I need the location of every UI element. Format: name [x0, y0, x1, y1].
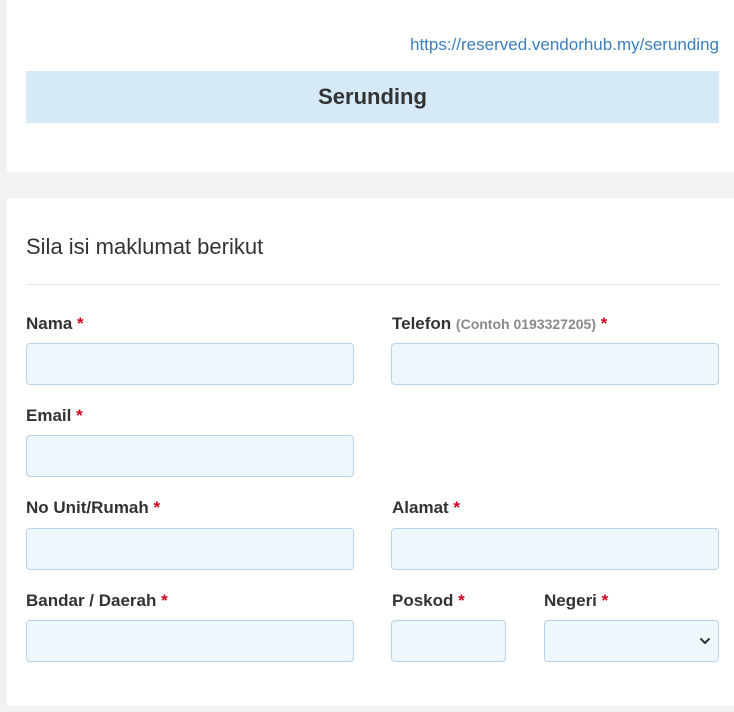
poskod-label: Poskod * — [392, 591, 465, 611]
negeri-label: Negeri * — [544, 591, 608, 611]
required-marker: * — [161, 591, 168, 610]
alamat-input[interactable] — [391, 528, 719, 570]
divider — [26, 284, 719, 285]
title-banner: Serunding — [26, 71, 719, 123]
alamat-label-text: Alamat — [392, 498, 449, 517]
negeri-select[interactable] — [544, 620, 719, 662]
page-title: Serunding — [318, 84, 427, 109]
required-marker: * — [453, 498, 461, 517]
nama-label-text: Nama — [26, 314, 73, 333]
required-marker: * — [77, 314, 84, 333]
no-unit-label-text: No Unit/Rumah — [26, 498, 149, 517]
poskod-label-text: Poskod — [392, 591, 454, 610]
required-marker: * — [76, 406, 83, 425]
header-card: https://reserved.vendorhub.my/serunding … — [7, 0, 734, 172]
bandar-label-text: Bandar / Daerah — [26, 591, 157, 610]
nama-label: Nama * — [26, 314, 84, 334]
no-unit-label: No Unit/Rumah * — [26, 498, 160, 518]
negeri-label-text: Negeri — [544, 591, 597, 610]
email-input[interactable] — [26, 435, 354, 477]
page-url-link[interactable]: https://reserved.vendorhub.my/serunding — [410, 35, 719, 55]
no-unit-input[interactable] — [26, 528, 354, 570]
telefon-label: Telefon (Contoh 0193327205) * — [392, 314, 607, 334]
bandar-input[interactable] — [26, 620, 354, 662]
form-heading: Sila isi maklumat berikut — [26, 234, 264, 259]
required-marker: * — [600, 314, 608, 333]
nama-input[interactable] — [26, 343, 354, 385]
poskod-input[interactable] — [391, 620, 506, 662]
form-card: Sila isi maklumat berikut Nama * Telefon… — [7, 198, 734, 706]
required-marker: * — [458, 591, 465, 610]
email-label-text: Email — [26, 406, 72, 425]
required-marker: * — [153, 498, 161, 517]
telefon-input[interactable] — [391, 343, 719, 385]
required-marker: * — [601, 591, 609, 610]
chevron-down-icon — [700, 638, 710, 644]
email-label: Email * — [26, 406, 83, 426]
alamat-label: Alamat * — [392, 498, 460, 518]
bandar-label: Bandar / Daerah * — [26, 591, 168, 611]
telefon-label-text: Telefon — [392, 314, 452, 333]
telefon-hint: (Contoh 0193327205) — [455, 316, 596, 332]
